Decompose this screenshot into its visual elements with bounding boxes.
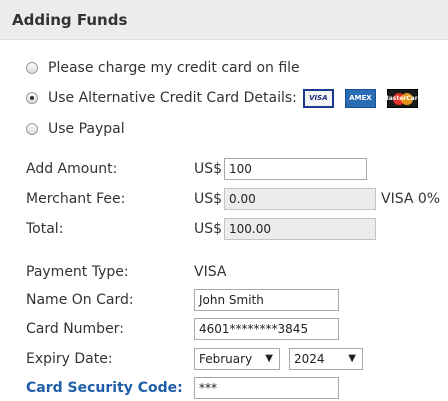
- payment-type-value: VISA: [194, 264, 227, 280]
- add-amount-currency: US$: [194, 161, 223, 177]
- option-alternative-card[interactable]: Use Alternative Credit Card Details: VIS…: [26, 88, 429, 108]
- total-label: Total:: [26, 221, 64, 237]
- chevron-down-icon: ▼: [348, 353, 356, 364]
- security-code-input[interactable]: ***: [194, 377, 339, 399]
- option-card-on-file[interactable]: Please charge my credit card on file: [26, 58, 300, 78]
- option-paypal[interactable]: Use Paypal: [26, 119, 125, 139]
- chevron-down-icon: ▼: [265, 353, 273, 364]
- card-logos: VISA AMEX MasterCard: [302, 88, 429, 108]
- radio-paypal[interactable]: [26, 123, 38, 135]
- total-field: 100.00: [224, 218, 376, 240]
- card-number-label: Card Number:: [26, 321, 124, 337]
- name-on-card-label: Name On Card:: [26, 292, 134, 308]
- add-amount-input[interactable]: 100: [224, 158, 367, 180]
- card-security-code-link[interactable]: Card Security Code:: [26, 380, 183, 396]
- merchant-fee-field: 0.00: [224, 188, 376, 210]
- merchant-fee-note: VISA 0%: [381, 191, 441, 207]
- visa-logo: VISA: [302, 88, 334, 108]
- radio-card-on-file[interactable]: [26, 62, 38, 74]
- expiry-month-value: February: [199, 352, 253, 366]
- merchant-fee-currency: US$: [194, 191, 223, 207]
- option-card-on-file-label: Please charge my credit card on file: [48, 60, 300, 76]
- name-on-card-input[interactable]: John Smith: [194, 289, 339, 311]
- mastercard-logo: MasterCard: [383, 88, 422, 108]
- expiry-date-label: Expiry Date:: [26, 351, 113, 367]
- section-header: Adding Funds: [0, 0, 448, 40]
- add-amount-label: Add Amount:: [26, 161, 118, 177]
- merchant-fee-label: Merchant Fee:: [26, 191, 126, 207]
- total-currency: US$: [194, 221, 223, 237]
- expiry-year-select[interactable]: 2024 ▼: [289, 348, 363, 370]
- amex-logo: AMEX: [344, 88, 376, 108]
- expiry-year-value: 2024: [294, 352, 325, 366]
- payment-type-label: Payment Type:: [26, 264, 129, 280]
- expiry-month-select[interactable]: February ▼: [194, 348, 280, 370]
- option-paypal-label: Use Paypal: [48, 121, 125, 137]
- card-number-input[interactable]: 4601********3845: [194, 318, 339, 340]
- section-title: Adding Funds: [12, 11, 128, 29]
- option-alternative-card-label: Use Alternative Credit Card Details:: [48, 90, 297, 106]
- radio-alternative-card[interactable]: [26, 92, 38, 104]
